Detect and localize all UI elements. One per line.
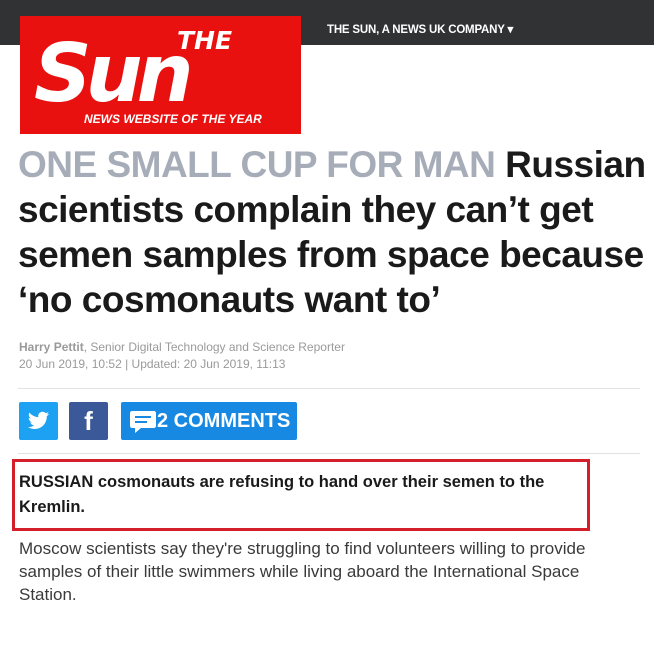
article-dateline: 20 Jun 2019, 10:52 | Updated: 20 Jun 201… — [19, 357, 286, 371]
the-sun-logo[interactable]: THE Sun NEWS WEBSITE OF THE YEAR — [20, 16, 301, 134]
twitter-share-button[interactable] — [19, 402, 58, 440]
network-dropdown-link[interactable]: THE SUN, A NEWS UK COMPANY ▾ — [327, 22, 513, 36]
author-role: , Senior Digital Technology and Science … — [83, 340, 345, 354]
article-lead: RUSSIAN cosmonauts are refusing to hand … — [19, 473, 545, 516]
facebook-share-button[interactable]: f — [69, 402, 108, 440]
logo-sun-text: Sun — [34, 27, 194, 120]
divider — [18, 453, 640, 454]
twitter-icon — [28, 411, 49, 429]
divider — [18, 388, 640, 389]
headline-kicker: ONE SMALL CUP FOR MAN — [18, 144, 496, 185]
comments-button[interactable]: 2 COMMENTS — [121, 402, 297, 440]
facebook-icon: f — [84, 406, 93, 436]
article-headline: ONE SMALL CUP FOR MAN Russian scientists… — [18, 142, 648, 322]
comments-count-label: 2 COMMENTS — [157, 410, 291, 432]
comment-bubble-icon — [130, 411, 156, 433]
article-body-paragraph: Moscow scientists say they're struggling… — [19, 539, 586, 604]
logo-tagline: NEWS WEBSITE OF THE YEAR — [84, 112, 262, 126]
article-byline: Harry Pettit, Senior Digital Technology … — [19, 339, 345, 373]
author-name[interactable]: Harry Pettit — [19, 340, 84, 354]
